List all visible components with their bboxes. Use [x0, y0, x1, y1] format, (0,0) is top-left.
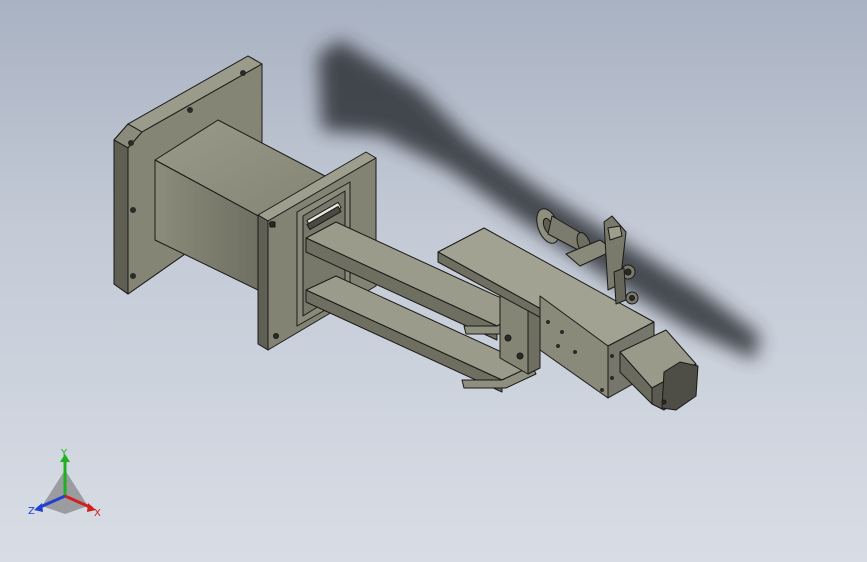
x-axis-label: X	[94, 508, 101, 519]
cad-viewport[interactable]: Y X Z	[0, 0, 867, 562]
y-axis-label: Y	[60, 448, 68, 459]
orientation-triad[interactable]: Y X Z	[22, 448, 108, 524]
z-axis-label: Z	[28, 506, 35, 517]
z-axis-arrow	[34, 503, 43, 512]
assembly-model[interactable]	[0, 0, 867, 562]
